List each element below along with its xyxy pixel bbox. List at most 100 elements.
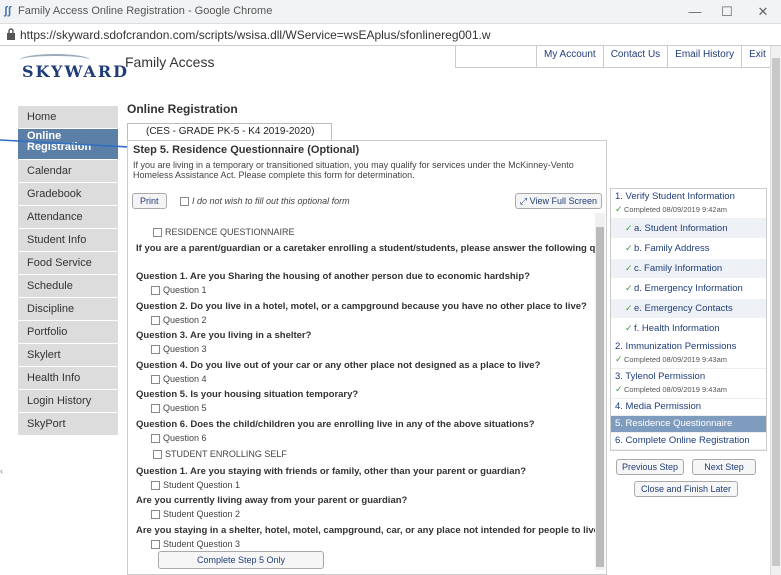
step-3[interactable]: 3. Tylenol Permission ✓Completed 08/09/20… bbox=[611, 369, 766, 399]
my-account-link[interactable]: My Account bbox=[536, 46, 603, 67]
nav-portfolio[interactable]: Portfolio bbox=[18, 321, 118, 344]
question-3-option[interactable]: Question 3 bbox=[151, 344, 207, 355]
student-tab[interactable]: (CES - GRADE PK-5 - K4 2019-2020) bbox=[127, 123, 332, 140]
next-step-button[interactable]: Next Step bbox=[692, 459, 756, 475]
step-1d[interactable]: ✓d. Emergency Information bbox=[611, 279, 766, 299]
question-1-checkbox[interactable] bbox=[151, 286, 160, 296]
nav-login-history[interactable]: Login History bbox=[18, 390, 118, 413]
skyward-logo: SKYWARD bbox=[22, 62, 129, 81]
close-row: Close and Finish Later bbox=[610, 481, 767, 499]
optout-option[interactable]: I do not wish to fill out this optional … bbox=[180, 196, 350, 207]
section-checkbox[interactable] bbox=[153, 228, 162, 238]
form-scrollbar[interactable] bbox=[595, 213, 605, 570]
student-question-2-checkbox[interactable] bbox=[151, 510, 160, 520]
student-question-2-text: Are you currently living away from your … bbox=[136, 495, 408, 506]
student-question-1-option[interactable]: Student Question 1 bbox=[151, 480, 241, 491]
nav-health-info[interactable]: Health Info bbox=[18, 367, 118, 390]
email-history-link[interactable]: Email History bbox=[667, 46, 741, 67]
student-question-3-text: Are you staying in a shelter, hotel, mot… bbox=[136, 525, 595, 536]
print-button[interactable]: Print bbox=[132, 193, 167, 209]
nav-skyport[interactable]: SkyPort bbox=[18, 413, 118, 436]
close-icon[interactable]: ✕ bbox=[748, 3, 778, 21]
check-icon: ✓ bbox=[625, 263, 633, 273]
step-3-status: ✓Completed 08/09/2019 9:43am bbox=[615, 383, 762, 396]
question-2-option-label: Question 2 bbox=[163, 315, 207, 325]
step-1c[interactable]: ✓c. Family Information bbox=[611, 259, 766, 279]
nav-food-service[interactable]: Food Service bbox=[18, 252, 118, 275]
exit-link[interactable]: Exit bbox=[741, 46, 770, 67]
nav-online-registration[interactable]: Online Registration bbox=[18, 129, 118, 160]
url-text[interactable]: https://skyward.sdofcrandon.com/scripts/… bbox=[20, 28, 491, 42]
step-1d-label: d. Emergency Information bbox=[634, 283, 743, 294]
nav-attendance[interactable]: Attendance bbox=[18, 206, 118, 229]
question-5-checkbox[interactable] bbox=[151, 404, 160, 414]
page: SKYWARD Family Access My Account Contact… bbox=[0, 46, 770, 575]
view-full-screen-label: View Full Screen bbox=[529, 196, 597, 206]
step-2-status: ✓Completed 08/09/2019 9:43am bbox=[615, 353, 762, 366]
student-question-3-checkbox[interactable] bbox=[151, 540, 160, 550]
nav-schedule[interactable]: Schedule bbox=[18, 275, 118, 298]
question-6-checkbox[interactable] bbox=[151, 434, 160, 444]
question-5-option[interactable]: Question 5 bbox=[151, 403, 207, 414]
close-and-finish-later-button[interactable]: Close and Finish Later bbox=[634, 481, 738, 497]
step-1e[interactable]: ✓e. Emergency Contacts bbox=[611, 299, 766, 319]
expand-icon: ⤢ bbox=[519, 196, 530, 206]
view-full-screen-button[interactable]: ⤢ View Full Screen bbox=[514, 193, 602, 209]
previous-step-button[interactable]: Previous Step bbox=[616, 459, 684, 475]
step-panel: Step 5. Residence Questionnaire (Optiona… bbox=[127, 140, 607, 575]
question-1-option[interactable]: Question 1 bbox=[151, 285, 207, 296]
student-question-3-option-label: Student Question 3 bbox=[163, 539, 241, 549]
question-6-option[interactable]: Question 6 bbox=[151, 433, 207, 444]
page-scroll-thumb[interactable] bbox=[772, 58, 780, 566]
step-2-label: 2. Immunization Permissions bbox=[615, 341, 737, 352]
step-6[interactable]: 6. Complete Online Registration bbox=[611, 433, 766, 450]
window-title: Family Access Online Registration - Goog… bbox=[18, 5, 273, 17]
student-question-1-checkbox[interactable] bbox=[151, 481, 160, 491]
question-4-checkbox[interactable] bbox=[151, 375, 160, 385]
step-1a[interactable]: ✓a. Student Information bbox=[611, 219, 766, 239]
check-icon: ✓ bbox=[625, 243, 633, 253]
step-5[interactable]: 5. Residence Questionnaire bbox=[611, 416, 766, 433]
step-1f[interactable]: ✓f. Health Information bbox=[611, 319, 766, 339]
student-question-2-option[interactable]: Student Question 2 bbox=[151, 509, 240, 520]
question-3-checkbox[interactable] bbox=[151, 345, 160, 355]
nav-gradebook[interactable]: Gradebook bbox=[18, 183, 118, 206]
step-1c-label: c. Family Information bbox=[634, 263, 723, 274]
maximize-icon[interactable]: ☐ bbox=[712, 3, 742, 21]
top-links: My Account Contact Us Email History Exit bbox=[455, 46, 770, 68]
step-1e-label: e. Emergency Contacts bbox=[634, 303, 733, 314]
nav-calendar[interactable]: Calendar bbox=[18, 160, 118, 183]
browser-titlebar: ʃʃ Family Access Online Registration - G… bbox=[0, 0, 781, 24]
step-3-status-text: Completed 08/09/2019 9:43am bbox=[624, 385, 727, 394]
contact-us-link[interactable]: Contact Us bbox=[602, 46, 667, 67]
question-4-option[interactable]: Question 4 bbox=[151, 374, 207, 385]
student-question-3-option[interactable]: Student Question 3 bbox=[151, 539, 241, 550]
question-3-option-label: Question 3 bbox=[163, 344, 207, 354]
step-1b[interactable]: ✓b. Family Address bbox=[611, 239, 766, 259]
left-edge-marker: ‹ bbox=[0, 466, 3, 476]
address-bar[interactable]: https://skyward.sdofcrandon.com/scripts/… bbox=[0, 24, 781, 46]
page-title: Online Registration bbox=[127, 102, 238, 116]
steps-sidebar: 1. Verify Student Information ✓Completed … bbox=[610, 188, 767, 499]
question-2-option[interactable]: Question 2 bbox=[151, 315, 207, 326]
step-1[interactable]: 1. Verify Student Information ✓Completed … bbox=[611, 189, 766, 219]
step-4[interactable]: 4. Media Permission bbox=[611, 399, 766, 416]
page-scrollbar[interactable] bbox=[770, 46, 781, 575]
step-1b-label: b. Family Address bbox=[634, 243, 710, 254]
section-student-checkbox[interactable] bbox=[153, 450, 162, 460]
nav-student-info[interactable]: Student Info bbox=[18, 229, 118, 252]
step-2[interactable]: 2. Immunization Permissions ✓Completed 08… bbox=[611, 339, 766, 369]
nav-discipline[interactable]: Discipline bbox=[18, 298, 118, 321]
step-description: If you are living in a temporary or tran… bbox=[133, 160, 574, 180]
question-2-checkbox[interactable] bbox=[151, 316, 160, 326]
complete-step-button[interactable]: Complete Step 5 Only bbox=[158, 551, 324, 569]
form-scroll-thumb[interactable] bbox=[596, 227, 604, 567]
nav-home[interactable]: Home bbox=[18, 106, 118, 129]
content: Online Registration (CES - GRADE PK-5 - … bbox=[127, 102, 767, 575]
optout-checkbox[interactable] bbox=[180, 197, 189, 207]
step-nav-buttons: Previous Step Next Step bbox=[610, 459, 767, 477]
minimize-icon[interactable]: — bbox=[680, 3, 710, 21]
nav-skylert[interactable]: Skylert bbox=[18, 344, 118, 367]
student-question-1-option-label: Student Question 1 bbox=[163, 480, 241, 490]
question-5-text: Question 5. Is your housing situation te… bbox=[136, 389, 359, 400]
